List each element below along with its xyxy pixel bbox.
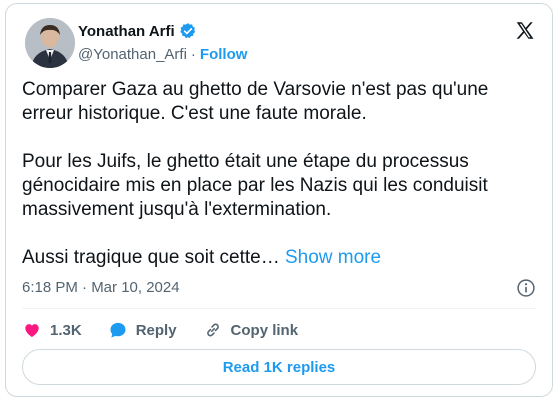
reply-bubble-icon: [110, 322, 126, 338]
info-icon[interactable]: [516, 278, 536, 298]
like-count: 1.3K: [50, 321, 82, 339]
copy-link-label: Copy link: [230, 321, 299, 339]
heart-icon: [25, 324, 39, 338]
verified-badge-icon: [179, 23, 195, 39]
tweet-paragraph-1: Comparer Gaza au ghetto de Varsovie n'es…: [22, 79, 489, 124]
author-name[interactable]: Yonathan Arfi: [78, 23, 175, 40]
author-name-row[interactable]: Yonathan Arfi: [78, 22, 197, 40]
handle-row: @Yonathan_Arfi · Follow: [78, 46, 247, 63]
tweet-paragraph-2: Pour les Juifs, le ghetto était une étap…: [22, 151, 488, 220]
author-handle[interactable]: @Yonathan_Arfi: [78, 46, 187, 63]
read-replies-button[interactable]: Read 1K replies: [22, 349, 536, 385]
link-icon: [206, 323, 219, 337]
reply-button[interactable]: Reply: [108, 320, 177, 340]
tweet-timestamp[interactable]: 6:18 PM · Mar 10, 2024: [22, 279, 180, 296]
show-more-link[interactable]: Show more: [285, 247, 381, 268]
avatar[interactable]: [25, 18, 75, 68]
copy-link-button[interactable]: Copy link: [203, 320, 299, 340]
tweet-paragraph-3: Aussi tragique que soit cette… Show more: [22, 246, 538, 270]
tweet-card: Yonathan Arfi @Yonathan_Arfi · Follow Co…: [5, 3, 553, 397]
separator-dot: ·: [190, 46, 196, 63]
tweet-truncated-text: Aussi tragique que soit cette…: [22, 247, 285, 268]
follow-button[interactable]: Follow: [200, 46, 248, 63]
reply-label: Reply: [135, 321, 177, 339]
tweet-body: Comparer Gaza au ghetto de Varsovie n'es…: [22, 78, 538, 270]
divider: [22, 308, 536, 309]
action-bar: 1.3K Reply Copy link: [22, 320, 324, 340]
x-logo-icon[interactable]: [514, 20, 536, 42]
like-button[interactable]: 1.3K: [22, 320, 82, 340]
